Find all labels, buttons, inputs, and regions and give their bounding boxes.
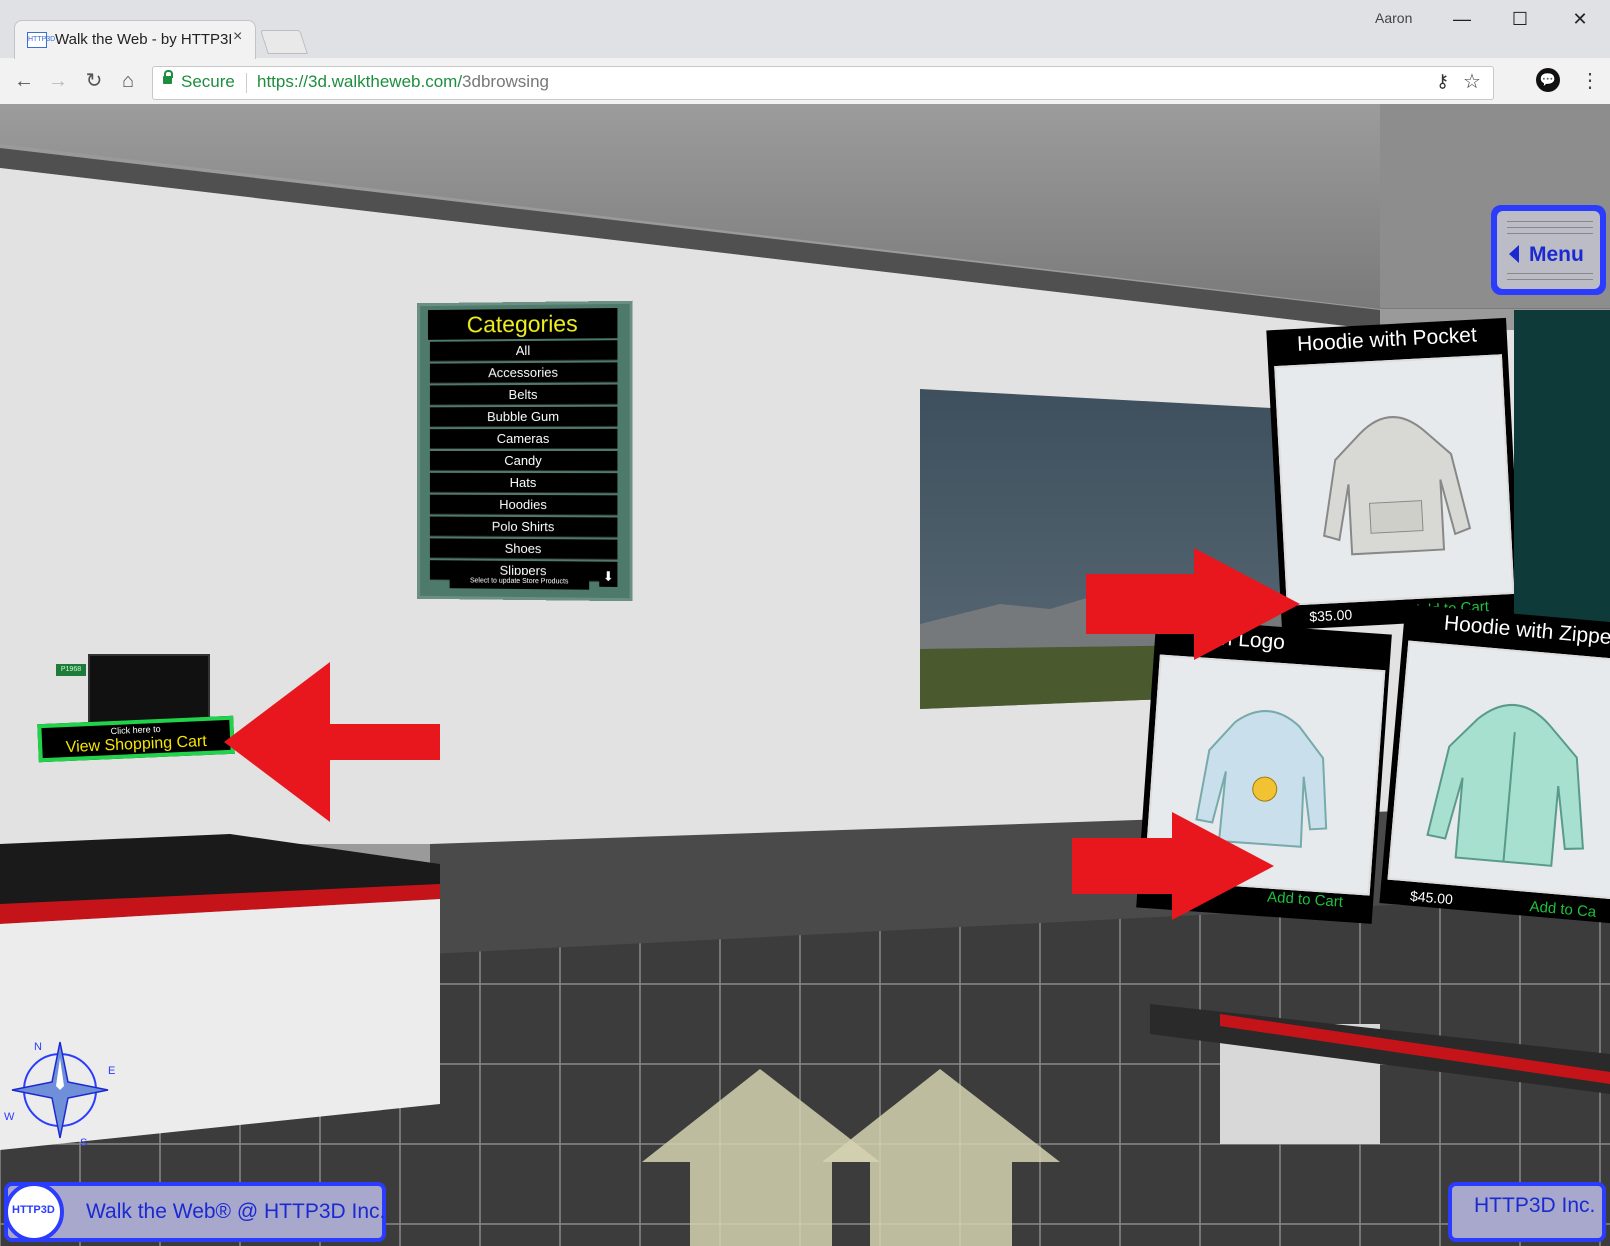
menu-label: Menu bbox=[1529, 243, 1584, 267]
omnibox-divider bbox=[246, 73, 247, 93]
compass-e: E bbox=[108, 1065, 115, 1077]
lock-icon bbox=[163, 76, 172, 84]
secure-label: Secure bbox=[181, 72, 235, 92]
category-item-cameras[interactable]: Cameras bbox=[430, 429, 618, 449]
product-card-side bbox=[1514, 310, 1610, 640]
category-item-bubble-gum[interactable]: Bubble Gum bbox=[430, 407, 618, 427]
profile-name[interactable]: Aaron bbox=[1375, 10, 1412, 26]
url-text[interactable]: https://3d.walktheweb.com/3dbrowsing bbox=[257, 72, 549, 92]
footer-right-text: HTTP3D Inc. bbox=[1474, 1194, 1595, 1218]
menu-line bbox=[1507, 279, 1593, 280]
product-image[interactable] bbox=[1144, 654, 1385, 895]
product-image[interactable] bbox=[1387, 640, 1610, 899]
menu-line bbox=[1507, 227, 1593, 228]
address-bar[interactable]: Secure https://3d.walktheweb.com/3dbrows… bbox=[152, 66, 1494, 100]
menu-arrow-icon bbox=[1509, 245, 1519, 263]
compass-icon[interactable]: N E S W bbox=[0, 1030, 120, 1150]
http3d-footer-link[interactable]: HTTP3D Inc. bbox=[1448, 1182, 1606, 1242]
url-path: 3dbrowsing bbox=[462, 72, 549, 91]
browser-chrome: HTTP3D Walk the Web - by HTTP3D × Aaron … bbox=[0, 0, 1610, 105]
category-item-hats[interactable]: Hats bbox=[430, 473, 618, 493]
register-display: P1968 bbox=[56, 664, 86, 676]
menu-line bbox=[1507, 273, 1593, 274]
scroll-down-icon[interactable]: ⬇ bbox=[599, 567, 617, 587]
star-icon[interactable]: ☆ bbox=[1463, 69, 1481, 94]
3d-scene[interactable]: P1968 Click here to View Shopping Cart C… bbox=[0, 104, 1610, 1246]
logo-text: HTTP3D bbox=[12, 1204, 55, 1216]
menu-line bbox=[1507, 221, 1593, 222]
category-item-hoodies[interactable]: Hoodies bbox=[430, 495, 618, 516]
browser-tab[interactable]: HTTP3D Walk the Web - by HTTP3D × bbox=[14, 20, 256, 59]
categories-title: Categories bbox=[428, 308, 617, 340]
product-card-hoodie-logo: with Logo Add to Cart bbox=[1136, 618, 1392, 924]
compass-w: W bbox=[4, 1111, 15, 1123]
category-item-polo-shirts[interactable]: Polo Shirts bbox=[430, 517, 618, 538]
compass-s: S bbox=[80, 1137, 87, 1149]
footer-left-text: Walk the Web® @ HTTP3D Inc. bbox=[86, 1200, 385, 1224]
favicon-icon: HTTP3D bbox=[27, 32, 47, 48]
maximize-button[interactable]: ☐ bbox=[1500, 4, 1540, 34]
menu-button-face: Menu bbox=[1497, 211, 1600, 289]
close-window-button[interactable]: ✕ bbox=[1560, 4, 1600, 34]
compass-n: N bbox=[34, 1041, 42, 1053]
category-item-belts[interactable]: Belts bbox=[430, 385, 618, 406]
product-image[interactable] bbox=[1274, 354, 1514, 606]
hoodie-gray-icon bbox=[1276, 356, 1512, 603]
new-tab-button[interactable] bbox=[260, 30, 308, 54]
http3d-logo[interactable]: HTTP3D bbox=[4, 1182, 64, 1242]
categories-footer: Select to update Store Products bbox=[450, 574, 590, 589]
forward-icon[interactable]: → bbox=[44, 67, 72, 95]
extension-icon[interactable]: 💬 bbox=[1536, 68, 1560, 92]
category-item-all[interactable]: All bbox=[430, 340, 618, 361]
category-item-candy[interactable]: Candy bbox=[430, 451, 618, 471]
kebab-menu-icon[interactable]: ⋮ bbox=[1580, 68, 1600, 93]
product-card-hoodie-zipper: Hoodie with Zipper $45.00 Add to Ca bbox=[1379, 604, 1610, 924]
menu-line bbox=[1507, 233, 1593, 234]
back-icon[interactable]: ← bbox=[10, 67, 38, 95]
url-base: https://3d.walktheweb.com/ bbox=[257, 72, 462, 91]
hoodie-mint-icon bbox=[1390, 643, 1610, 898]
category-list: All Accessories Belts Bubble Gum Cameras… bbox=[430, 340, 618, 584]
tab-strip: HTTP3D Walk the Web - by HTTP3D × Aaron … bbox=[0, 0, 1610, 58]
hoodie-blue-icon bbox=[1146, 657, 1383, 894]
key-icon[interactable]: ⚷ bbox=[1436, 71, 1449, 92]
product-price: $35.00 bbox=[1309, 606, 1353, 624]
home-icon[interactable]: ⌂ bbox=[114, 67, 142, 95]
categories-board: Categories All Accessories Belts Bubble … bbox=[417, 301, 632, 602]
menu-button[interactable]: Menu bbox=[1491, 205, 1606, 295]
tab-title: Walk the Web - by HTTP3D bbox=[55, 31, 231, 48]
category-item-shoes[interactable]: Shoes bbox=[430, 538, 618, 559]
product-card-hoodie-pocket: Hoodie with Pocket $35.00 Add to Cart bbox=[1266, 318, 1521, 630]
tab-close-icon[interactable]: × bbox=[233, 28, 242, 46]
minimize-button[interactable]: — bbox=[1442, 4, 1482, 34]
reload-icon[interactable]: ↻ bbox=[80, 67, 108, 95]
product-price: $45.00 bbox=[1409, 888, 1453, 908]
category-item-accessories[interactable]: Accessories bbox=[430, 362, 618, 383]
